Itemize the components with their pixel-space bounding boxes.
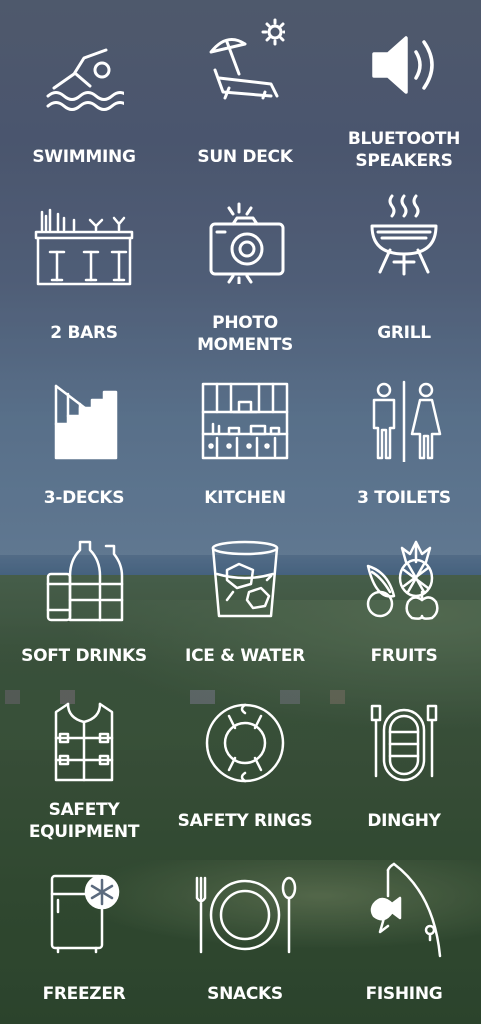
amenity-label: SWIMMING (32, 147, 136, 167)
stairs-icon (44, 380, 124, 462)
amenity-label: SUN DECK (197, 147, 293, 167)
amenity-label: KITCHEN (204, 488, 286, 508)
camera-icon (205, 202, 285, 284)
amenity-label: DINGHY (367, 811, 441, 831)
amenity-label: SNACKS (207, 984, 283, 1004)
amenity-label: FRUITS (370, 646, 438, 666)
freezer-icon (44, 872, 124, 954)
soft-drinks-icon (44, 540, 124, 622)
life-vest-icon (44, 702, 124, 784)
amenity-label: 3-DECKS (43, 488, 125, 508)
dinghy-icon (364, 702, 444, 784)
amenity-label: SAFETY EQUIPMENT (28, 800, 140, 842)
speaker-icon (364, 24, 444, 106)
amenity-label: ICE & WATER (185, 646, 305, 666)
sun-lounger-icon (205, 18, 285, 100)
amenity-label: 3 TOILETS (357, 488, 451, 508)
ice-glass-icon (205, 540, 285, 622)
fruits-icon (364, 538, 444, 620)
amenity-label: SOFT DRINKS (21, 646, 147, 666)
amenities-grid: SWIMMING SUN DECK BLUETOOTH SPEAKERS 2 B… (0, 0, 481, 1024)
swimmer-icon (44, 36, 124, 118)
amenity-label: 2 BARS (50, 323, 118, 343)
amenity-label: FREEZER (42, 984, 126, 1004)
amenity-label: SAFETY RINGS (177, 811, 313, 831)
amenity-label: PHOTO MOMENTS (197, 313, 293, 355)
toilet-icon (364, 380, 444, 462)
amenity-label: FISHING (365, 984, 443, 1004)
plate-cutlery-icon (189, 874, 301, 956)
fishing-rod-icon (364, 860, 444, 960)
amenity-label: BLUETOOTH SPEAKERS (347, 129, 461, 171)
kitchen-icon (199, 380, 291, 462)
grill-icon (364, 194, 444, 276)
bar-counter-icon (30, 206, 138, 288)
amenity-label: GRILL (377, 323, 431, 343)
life-ring-icon (205, 702, 285, 784)
